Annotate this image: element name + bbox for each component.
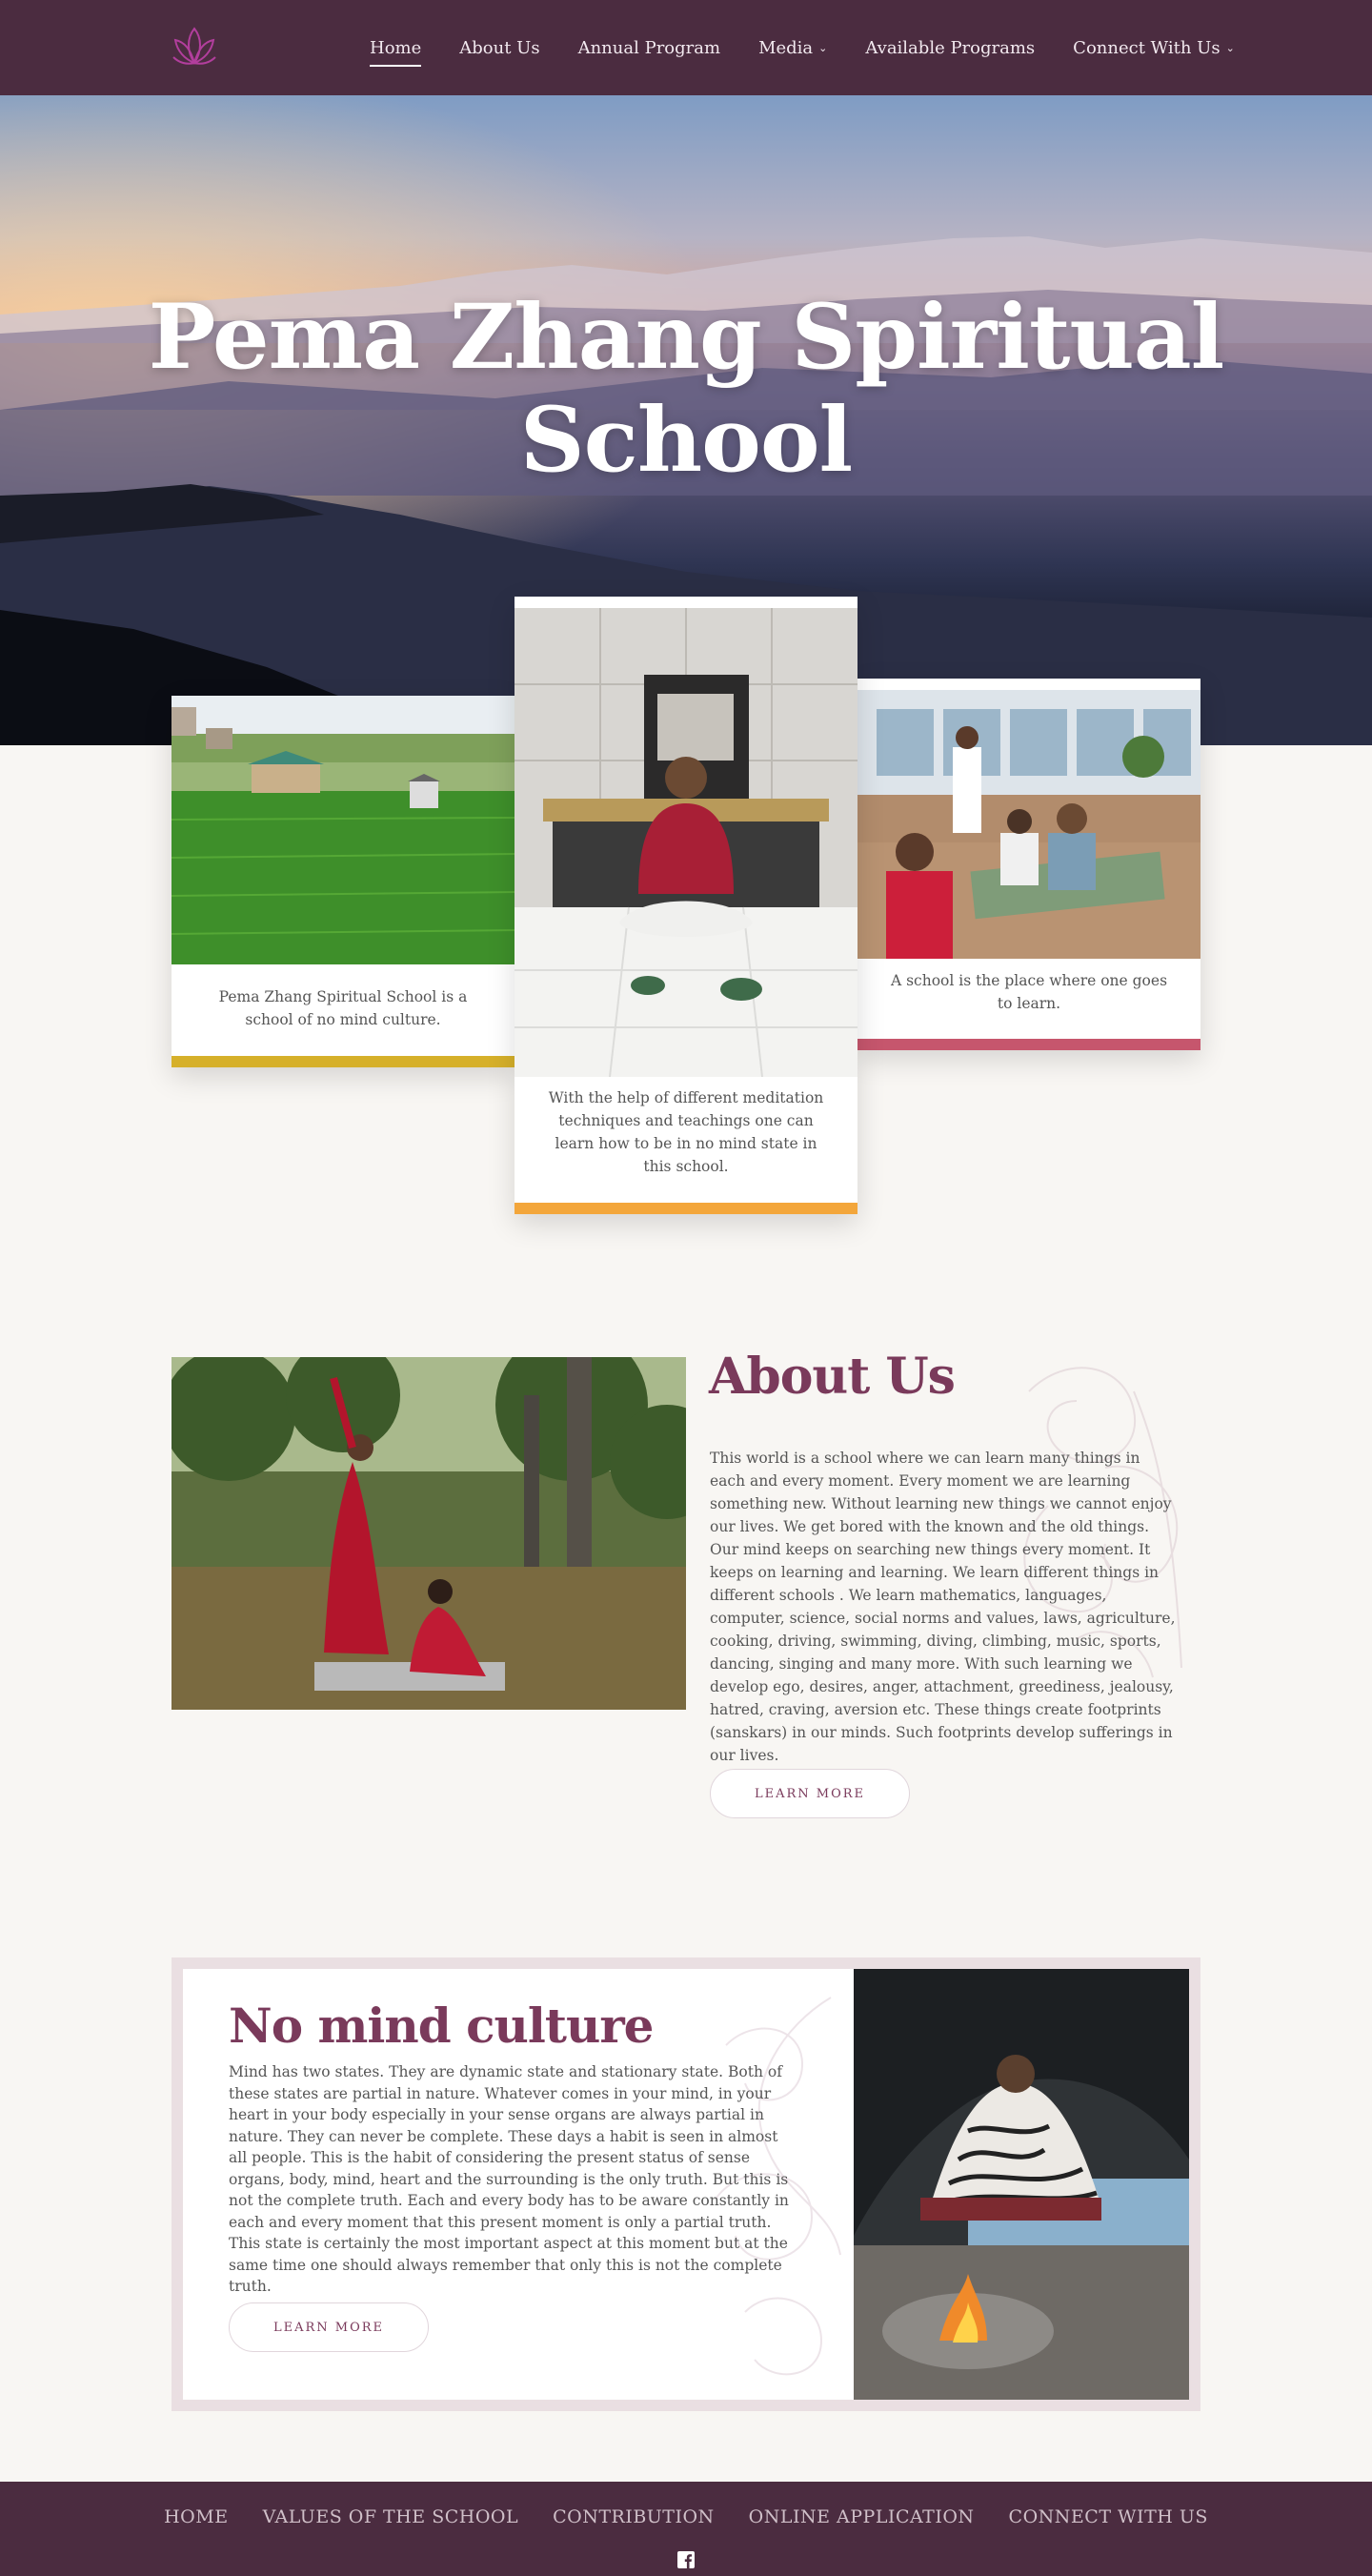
- footer-link-connect[interactable]: CONNECT WITH US: [1009, 2506, 1208, 2527]
- top-navigation: Home About Us Annual Program Media ⌄ Avai…: [0, 0, 1372, 95]
- nav-connect-with-us-label: Connect With Us: [1073, 37, 1221, 58]
- about-title: About Us: [709, 1348, 956, 1406]
- nav-home[interactable]: Home: [370, 0, 422, 95]
- card-1-caption: Pema Zhang Spiritual School is a school …: [218, 988, 468, 1028]
- feature-card-3: A school is the place where one goes to …: [858, 679, 1200, 1050]
- card-2-accent-bar: [514, 1203, 858, 1214]
- card-3-accent-bar: [858, 1039, 1200, 1050]
- lotus-icon[interactable]: [170, 23, 219, 72]
- card-3-caption: A school is the place where one goes to …: [890, 972, 1168, 1012]
- footer-link-online-application[interactable]: ONLINE APPLICATION: [749, 2506, 975, 2527]
- card-2-photo-meditation: [514, 608, 858, 1077]
- nomind-title: No mind culture: [229, 1998, 654, 2054]
- about-text: This world is a school where we can lear…: [710, 1450, 1176, 1764]
- facebook-icon[interactable]: [677, 2551, 695, 2568]
- nav-annual-program[interactable]: Annual Program: [578, 0, 720, 95]
- card-2-caption: With the help of different meditation te…: [548, 1089, 824, 1175]
- about-photo-women-forest: [172, 1357, 686, 1710]
- card-3-photo-classroom: [858, 690, 1200, 959]
- main-menu: Home About Us Annual Program Media ⌄ Avai…: [370, 0, 1273, 95]
- nav-media-label: Media: [758, 37, 814, 58]
- nav-available-programs-label: Available Programs: [865, 37, 1036, 58]
- nav-about-us-label: About Us: [459, 37, 540, 58]
- nomind-text: Mind has two states. They are dynamic st…: [229, 2063, 789, 2295]
- nomind-learn-more-button[interactable]: LEARN MORE: [229, 2302, 429, 2352]
- hero-title-line-1: Pema Zhang Spiritual: [148, 285, 1225, 390]
- footer-links: HOME VALUES OF THE SCHOOL CONTRIBUTION O…: [0, 2506, 1372, 2527]
- hero-title-line-2: School: [519, 388, 854, 493]
- feature-card-1: Pema Zhang Spiritual School is a school …: [172, 696, 514, 1067]
- nav-media[interactable]: Media ⌄: [758, 0, 827, 95]
- feature-card-2: With the help of different meditation te…: [514, 597, 858, 1214]
- nav-about-us[interactable]: About Us: [459, 0, 539, 95]
- nav-available-programs[interactable]: Available Programs: [865, 0, 1035, 95]
- footer-link-contribution[interactable]: CONTRIBUTION: [553, 2506, 715, 2527]
- card-1-accent-bar: [172, 1056, 514, 1067]
- chevron-down-icon: ⌄: [1225, 41, 1235, 54]
- chevron-down-icon: ⌄: [818, 41, 828, 54]
- hero-title: Pema Zhang Spiritual School: [114, 286, 1258, 492]
- footer-link-home[interactable]: HOME: [164, 2506, 228, 2527]
- nomind-photo-cave-meditation: [854, 1969, 1189, 2400]
- footer-link-values[interactable]: VALUES OF THE SCHOOL: [263, 2506, 519, 2527]
- nav-annual-program-label: Annual Program: [577, 37, 721, 58]
- about-learn-more-button[interactable]: LEARN MORE: [710, 1769, 910, 1818]
- nav-connect-with-us[interactable]: Connect With Us ⌄: [1073, 0, 1235, 95]
- nav-home-label: Home: [370, 37, 422, 58]
- card-1-photo-rice-field: [172, 696, 514, 964]
